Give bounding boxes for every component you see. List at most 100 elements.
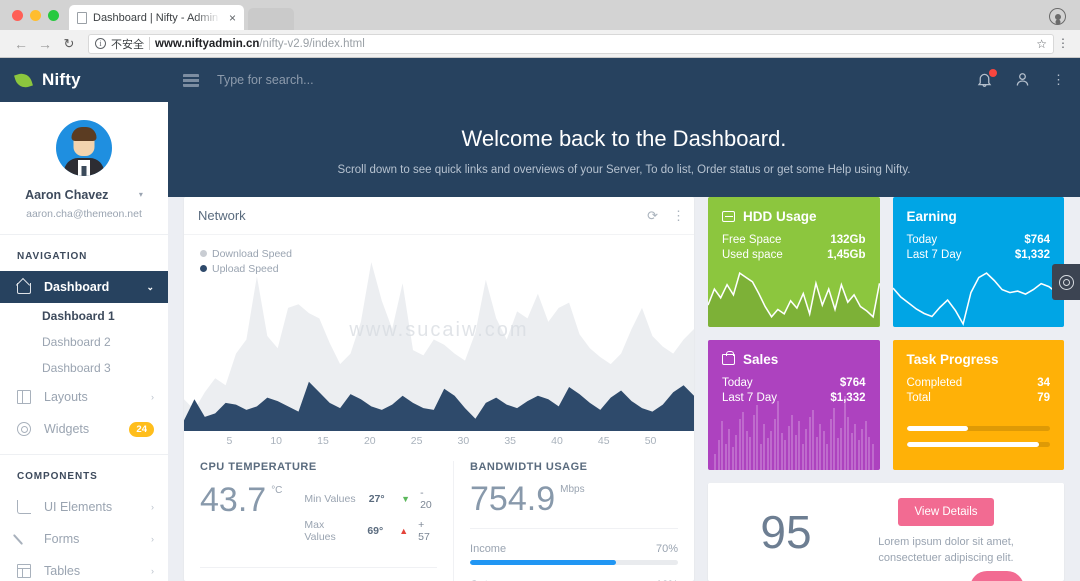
sidebar-item-label: Widgets bbox=[44, 422, 90, 436]
profile-icon[interactable] bbox=[1049, 8, 1066, 25]
browser-tab[interactable]: Dashboard | Nifty - Admin Tem × bbox=[69, 5, 244, 30]
sales-tile[interactable]: Sales Today $764 Last 7 Day $1,332 bbox=[708, 340, 880, 470]
browser-menu-icon[interactable]: ⋮ bbox=[1056, 37, 1070, 50]
stat-value: 34 bbox=[1037, 377, 1050, 389]
tile-title-row: Earning bbox=[907, 209, 1051, 224]
sidebar-item-dashboard[interactable]: Dashboard ⌄ bbox=[0, 271, 168, 303]
notifications-bell-icon[interactable] bbox=[976, 69, 997, 89]
stat-label: Used space bbox=[722, 249, 783, 261]
back-icon[interactable]: ← bbox=[10, 33, 32, 55]
bookmark-star-icon[interactable]: ☆ bbox=[1036, 37, 1047, 51]
search-input[interactable] bbox=[217, 73, 437, 87]
apps-grid-icon[interactable] bbox=[938, 71, 956, 89]
new-tab-button[interactable] bbox=[248, 8, 294, 30]
hdd-icon bbox=[722, 211, 735, 222]
close-icon[interactable]: × bbox=[229, 12, 236, 24]
forward-icon[interactable]: → bbox=[34, 33, 56, 55]
cpu-min-row: Min Values 27° ▼ - 20 bbox=[304, 487, 437, 511]
triangle-down-icon: ▼ bbox=[401, 494, 411, 504]
url-path: /nifty-v2.9/index.html bbox=[259, 37, 365, 50]
brand-name: Nifty bbox=[42, 70, 81, 89]
components-heading: COMPONENTS bbox=[17, 471, 98, 482]
sidebar-item-forms[interactable]: Forms › bbox=[0, 523, 168, 555]
network-card-title: Network bbox=[198, 208, 246, 223]
window-traffic-lights[interactable] bbox=[8, 10, 69, 30]
x-tick: 20 bbox=[363, 435, 376, 447]
x-tick: 40 bbox=[551, 435, 563, 447]
income-progress: Income 70% bbox=[470, 543, 678, 565]
stat-value: $764 bbox=[1024, 234, 1050, 246]
security-status: 不安全 bbox=[111, 38, 144, 51]
leaf-icon bbox=[14, 70, 33, 90]
x-tick: 15 bbox=[317, 435, 329, 447]
table-icon bbox=[17, 564, 31, 578]
cpu-min-label: Min Values bbox=[304, 493, 356, 505]
sidebar-item-layouts[interactable]: Layouts › bbox=[0, 381, 168, 413]
progress-fill bbox=[906, 442, 1039, 447]
user-account-icon[interactable] bbox=[1014, 71, 1032, 89]
summary-details: View Details Lorem ipsum dolor sit amet,… bbox=[846, 497, 1046, 567]
task-progress-tile[interactable]: Task Progress Completed 34 Total 79 bbox=[892, 340, 1064, 470]
tile-title-row: HDD Usage bbox=[722, 209, 866, 224]
sidebar-profile[interactable]: Aaron Chavez ▾ aaron.cha@themeon.net bbox=[0, 102, 168, 234]
sidebar-subitem-dashboard-2[interactable]: Dashboard 2 bbox=[0, 329, 168, 355]
bandwidth-usage-section: BANDWIDTH USAGE 754.9 Mbps Income 70% bbox=[453, 461, 694, 581]
brand-logo[interactable]: Nifty bbox=[0, 70, 168, 90]
url-text: www.niftyadmin.cn/nifty-v2.9/index.html bbox=[155, 38, 1031, 50]
close-window-button[interactable] bbox=[12, 10, 23, 21]
stat-label: Total bbox=[906, 392, 931, 404]
notification-badge bbox=[989, 69, 997, 77]
bandwidth-title: BANDWIDTH USAGE bbox=[470, 461, 588, 473]
x-tick: 50 bbox=[644, 435, 657, 447]
bandwidth-value: 754.9 bbox=[470, 480, 556, 518]
application-root: Nifty ⋮ Aaron Chavez bbox=[0, 58, 1080, 581]
info-icon[interactable]: i bbox=[95, 38, 106, 49]
address-bar[interactable]: i 不安全 www.niftyadmin.cn/nifty-v2.9/index… bbox=[88, 33, 1054, 54]
menu-toggle-icon[interactable] bbox=[183, 73, 199, 87]
sidebar-subitem-dashboard-1[interactable]: Dashboard 1 bbox=[0, 303, 168, 329]
topbar-menu-icon[interactable]: ⋮ bbox=[1052, 73, 1065, 87]
tile-title-row: Task Progress bbox=[907, 352, 1051, 367]
sidebar-item-tables[interactable]: Tables › bbox=[0, 555, 168, 581]
legend-item-upload: Upload Speed bbox=[200, 262, 292, 277]
sidebar-item-ui-elements[interactable]: UI Elements › bbox=[0, 491, 168, 523]
settings-panel-toggle[interactable] bbox=[1052, 264, 1080, 300]
stat-label: Today bbox=[906, 234, 938, 246]
cpu-max-row: Max Values 69° ▲ + 57 bbox=[304, 519, 437, 543]
chart-legend: Download Speed Upload Speed bbox=[200, 247, 292, 277]
cpu-value: 43.7 bbox=[200, 481, 267, 519]
chart-x-axis: 5 10 15 20 25 30 35 40 45 50 bbox=[184, 431, 694, 447]
legend-label: Download Speed bbox=[212, 248, 292, 260]
sidebar-item-widgets[interactable]: Widgets 24 bbox=[0, 413, 168, 445]
cpu-value-row: 43.7 °C Min Values 27° ▼ - 20 Max Values… bbox=[200, 483, 437, 551]
cpu-minmax: Min Values 27° ▼ - 20 Max Values 69° ▲ +… bbox=[304, 487, 437, 551]
minimize-window-button[interactable] bbox=[30, 10, 41, 21]
progress-fill bbox=[470, 560, 616, 565]
maximize-window-button[interactable] bbox=[48, 10, 59, 21]
sidebar-item-label: UI Elements bbox=[44, 500, 113, 514]
stat-value: $764 bbox=[839, 377, 866, 389]
hdd-usage-tile[interactable]: HDD Usage Free Space 132Gb Used space 1,… bbox=[708, 197, 880, 327]
welcome-banner: Welcome back to the Dashboard. Scroll do… bbox=[168, 102, 1080, 197]
app-topbar: Nifty ⋮ bbox=[0, 58, 1080, 102]
tile-stat-row: Completed 34 bbox=[907, 377, 1051, 389]
refresh-icon[interactable]: ⟳ bbox=[647, 208, 658, 224]
stat-value: 79 bbox=[1037, 392, 1050, 404]
sidebar-subitem-dashboard-3[interactable]: Dashboard 3 bbox=[0, 355, 168, 381]
stat-label: Completed bbox=[906, 377, 963, 389]
card-menu-icon[interactable]: ⋮ bbox=[672, 209, 685, 223]
chevron-down-icon[interactable]: ▾ bbox=[139, 190, 143, 199]
sidebar-item-label: Dashboard bbox=[44, 280, 110, 294]
task-progress-bars bbox=[906, 426, 1050, 447]
tile-title: Sales bbox=[743, 352, 779, 367]
earning-sparkline bbox=[892, 272, 1064, 327]
view-details-button[interactable]: View Details bbox=[898, 497, 994, 526]
page-title: Welcome back to the Dashboard. bbox=[461, 126, 787, 151]
tile-rows: Free Space 132Gb Used space 1,45Gb bbox=[722, 234, 866, 261]
browser-tab-bar: Dashboard | Nifty - Admin Tem × bbox=[0, 0, 1080, 30]
page-subtitle: Scroll down to see quick links and overv… bbox=[337, 164, 911, 176]
earning-tile[interactable]: Earning Today $764 Last 7 Day $1,332 bbox=[892, 197, 1064, 327]
legend-label: Upload Speed bbox=[212, 263, 279, 275]
reload-icon[interactable]: ↻ bbox=[58, 33, 80, 55]
cpu-title: CPU TEMPERATURE bbox=[200, 461, 317, 473]
